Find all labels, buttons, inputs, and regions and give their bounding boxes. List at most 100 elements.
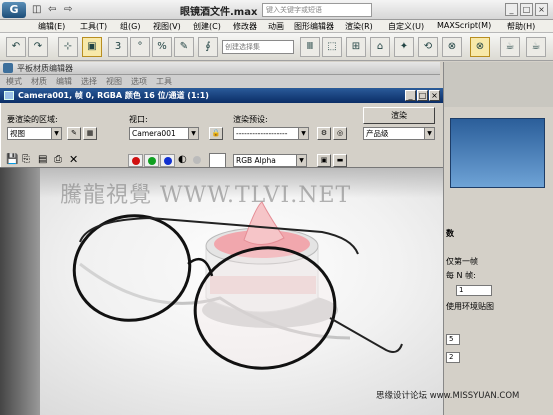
mirror-icon[interactable]: Ⅲ (300, 37, 320, 57)
select-object-icon[interactable]: ▣ (82, 37, 102, 57)
render-controls-panel: 要渲染的区域: 视图 ▼ ✎ ▦ 视口: Camera001 ▼ 🔒 渲染预设: -… (0, 103, 443, 168)
render-setup-icon[interactable]: ⊗ (470, 37, 490, 57)
display-channel-dropdown[interactable]: RGB Alpha ▼ (233, 154, 307, 167)
menu-animation[interactable]: 动画 (268, 21, 284, 32)
parameter-field-2[interactable]: 2 (446, 352, 460, 363)
render-window-title-bar: Camera001, 帧 0, RGBA 颜色 16 位/通道 (1:1) _ … (0, 88, 443, 103)
edit-named-sets-icon[interactable]: ✎ (174, 37, 194, 57)
toggle-ui-icon[interactable]: ▬ (333, 154, 347, 167)
red-dot-icon (132, 157, 140, 165)
render-window-icon (4, 91, 14, 100)
render-window-title: Camera001, 帧 0, RGBA 颜色 16 位/通道 (1:1) (18, 91, 209, 100)
mat-menu-tools[interactable]: 工具 (156, 76, 172, 87)
green-channel-toggle[interactable] (144, 154, 159, 167)
layer-manager-icon[interactable]: ⊞ (346, 37, 366, 57)
render-frame-icon[interactable]: ☕ (500, 37, 520, 57)
menu-graph-editors[interactable]: 图形编辑器 (294, 21, 334, 32)
menu-create[interactable]: 创建(C) (193, 21, 221, 32)
spinner-snap-icon[interactable]: ∮ (198, 37, 218, 57)
environment-icon[interactable]: ◎ (333, 127, 347, 140)
snap-3d-icon[interactable]: 3 (108, 37, 128, 57)
background-color-swatch[interactable] (209, 153, 226, 168)
red-channel-toggle[interactable] (128, 154, 143, 167)
copy-image-icon[interactable]: ⎘ (22, 154, 30, 165)
area-to-render-value: 视图 (10, 129, 25, 138)
menu-help[interactable]: 帮助(H) (507, 21, 535, 32)
quick-access-new-icon[interactable]: ◫ (32, 4, 41, 15)
selection-set-combo[interactable]: 创建选择集 (222, 40, 294, 54)
alpha-toggle-icon[interactable]: ◐ (178, 154, 187, 165)
mat-menu-select[interactable]: 选择 (81, 76, 97, 87)
save-image-icon[interactable]: 💾 (6, 154, 18, 165)
percent-snap-icon[interactable]: % (152, 37, 172, 57)
curve-editor-icon[interactable]: ✦ (394, 37, 414, 57)
search-input[interactable]: 键入关键字或短语 (262, 3, 372, 17)
area-to-render-dropdown[interactable]: 视图 ▼ (7, 127, 62, 140)
undo-icon[interactable]: ↶ (6, 37, 26, 57)
use-env-map-label[interactable]: 使用环境贴图 (446, 301, 494, 312)
graphite-tools-icon[interactable]: ⌂ (370, 37, 390, 57)
material-editor-icon[interactable]: ⊗ (442, 37, 462, 57)
command-panel-header (444, 62, 553, 107)
clone-window-icon[interactable]: ▤ (38, 154, 47, 165)
area-to-render-label: 要渲染的区域: (7, 115, 58, 124)
undo-arrow-icon[interactable]: ⇦ (48, 4, 56, 15)
toggle-ui-overlay-icon[interactable]: ▣ (317, 154, 331, 167)
auto-region-icon[interactable]: ▦ (83, 127, 97, 140)
redo-arrow-icon[interactable]: ⇨ (64, 4, 72, 15)
menu-views[interactable]: 视图(V) (153, 21, 181, 32)
chevron-down-icon: ▼ (296, 155, 306, 166)
viewport-dropdown[interactable]: Camera001 ▼ (129, 127, 199, 140)
blue-channel-toggle[interactable] (160, 154, 175, 167)
maximize-button[interactable]: □ (520, 3, 533, 16)
menu-rendering[interactable]: 渲染(R) (345, 21, 373, 32)
render-production-icon[interactable]: ☕ (526, 37, 546, 57)
print-image-icon[interactable]: ⎙ (54, 154, 62, 165)
mat-menu-material[interactable]: 材质 (31, 76, 47, 87)
menu-modifiers[interactable]: 修改器 (233, 21, 257, 32)
app-logo-icon[interactable]: G (2, 2, 26, 18)
render-quality-dropdown[interactable]: 产品级 ▼ (363, 127, 435, 140)
mat-menu-view[interactable]: 视图 (106, 76, 122, 87)
viewport-label: 视口: (129, 115, 148, 124)
first-frame-label[interactable]: 仅第一帧 (446, 256, 478, 267)
lock-viewport-icon[interactable]: 🔒 (209, 127, 223, 140)
angle-snap-icon[interactable]: ° (130, 37, 150, 57)
menu-customize[interactable]: 自定义(U) (388, 21, 424, 32)
render-button[interactable]: 渲染 (363, 107, 435, 124)
material-editor-menu-bar: 模式 材质 编辑 选择 视图 选项 工具 (0, 75, 440, 87)
material-editor-title: 平板材质编辑器 (17, 64, 73, 73)
edit-region-icon[interactable]: ✎ (67, 127, 81, 140)
redo-icon[interactable]: ↷ (28, 37, 48, 57)
mat-menu-edit[interactable]: 编辑 (56, 76, 72, 87)
menu-edit[interactable]: 编辑(E) (38, 21, 65, 32)
render-setup-icon[interactable]: ⚙ (317, 127, 331, 140)
schematic-view-icon[interactable]: ⟲ (418, 37, 438, 57)
menu-tools[interactable]: 工具(T) (80, 21, 107, 32)
render-window-close-button[interactable]: × (429, 90, 440, 101)
clear-image-icon[interactable]: ✕ (69, 153, 78, 166)
chevron-down-icon: ▼ (51, 128, 61, 139)
app-title-bar: G ◫ ⇦ ⇨ 眼镜酒文件.max 键入关键字或短语 _ □ × (0, 0, 553, 20)
render-quality-value: 产品级 (366, 129, 389, 138)
menu-group[interactable]: 组(G) (120, 21, 140, 32)
render-window-maximize-button[interactable]: □ (417, 90, 428, 101)
close-button[interactable]: × (535, 3, 548, 16)
chevron-down-icon: ▼ (188, 128, 198, 139)
mat-menu-mode[interactable]: 模式 (6, 76, 22, 87)
blue-dot-icon (164, 157, 172, 165)
monochrome-toggle-icon[interactable] (193, 156, 201, 164)
select-link-icon[interactable]: ⊹ (58, 37, 78, 57)
mat-menu-options[interactable]: 选项 (131, 76, 147, 87)
chevron-down-icon: ▼ (298, 128, 308, 139)
render-preset-dropdown[interactable]: ------------------- ▼ (233, 127, 309, 140)
align-icon[interactable]: ⬚ (322, 37, 342, 57)
render-preset-label: 渲染预设: (233, 115, 268, 124)
parameter-field-1[interactable]: 5 (446, 334, 460, 345)
render-window-minimize-button[interactable]: _ (405, 90, 416, 101)
menu-maxscript[interactable]: MAXScript(M) (437, 21, 491, 30)
minimize-button[interactable]: _ (505, 3, 518, 16)
green-dot-icon (148, 157, 156, 165)
material-editor-title-bar: 平板材质编辑器 (0, 62, 440, 75)
nth-frame-input[interactable]: 1 (456, 285, 492, 296)
